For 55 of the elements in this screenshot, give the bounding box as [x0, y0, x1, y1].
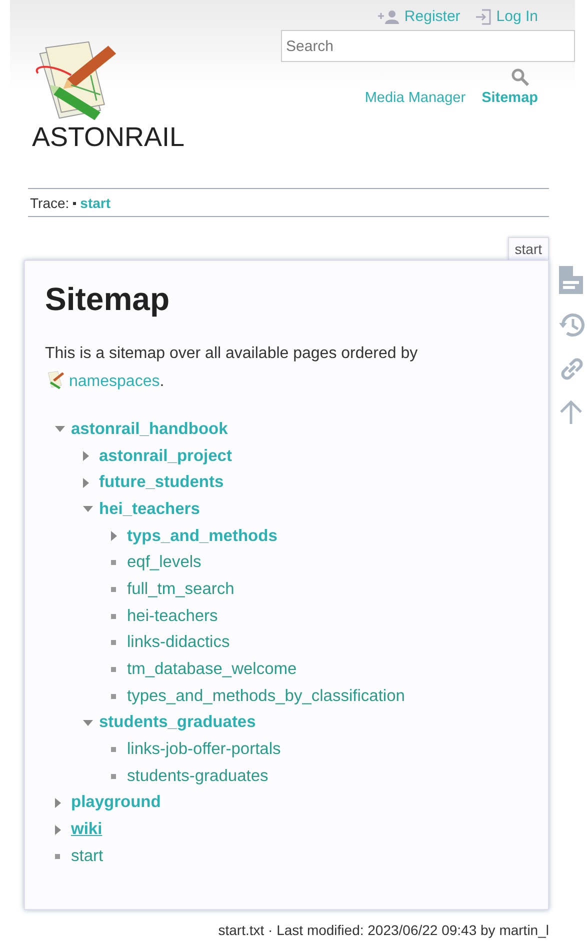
- page-link[interactable]: links-job-offer-portals: [127, 740, 281, 760]
- namespace-link[interactable]: playground: [71, 793, 161, 812]
- page-link[interactable]: full_tm_search: [127, 580, 234, 599]
- intro-text: This is a sitemap over all available pages ordered by namespaces.: [45, 344, 419, 392]
- collapsed-triangle-icon[interactable]: [55, 798, 61, 808]
- page-heading: Sitemap: [45, 281, 170, 318]
- expanded-triangle-icon[interactable]: [55, 426, 65, 432]
- namespace-icon: [45, 370, 65, 390]
- up-arrow-icon[interactable]: [559, 400, 583, 424]
- bullet-icon: [111, 560, 116, 566]
- breadcrumb-link[interactable]: start: [80, 195, 111, 211]
- bullet-icon: [111, 747, 116, 752]
- collapsed-triangle-icon[interactable]: [83, 451, 89, 462]
- namespace-link[interactable]: astonrail_project: [99, 446, 232, 466]
- expanded-triangle-icon[interactable]: [83, 720, 93, 726]
- namespaces-link[interactable]: namespaces: [69, 373, 160, 390]
- collapsed-triangle-icon[interactable]: [111, 531, 117, 542]
- search-field[interactable]: Search: [281, 30, 575, 62]
- bullet-icon: [111, 614, 116, 619]
- namespace-link[interactable]: typs_and_methods: [127, 526, 278, 546]
- site-tool-link[interactable]: Sitemap: [482, 90, 538, 106]
- login-icon: [476, 8, 492, 24]
- bullet-icon: [111, 667, 116, 672]
- add-user-icon: [378, 10, 400, 24]
- doc-info: start.txt · Last modified: 2023/06/22 09:43 by martin_l: [217, 922, 549, 938]
- page-link[interactable]: eqf_levels: [127, 553, 202, 572]
- page-link[interactable]: start: [71, 846, 104, 866]
- trace-label: Trace:: [30, 195, 70, 211]
- namespace-link[interactable]: future_students: [99, 473, 224, 492]
- page-link[interactable]: types_and_methods_by_classification: [127, 686, 405, 706]
- history-icon[interactable]: [559, 312, 585, 338]
- site-tool-link[interactable]: Media Manager: [364, 90, 466, 106]
- page-link[interactable]: hei-teachers: [127, 606, 218, 626]
- register-link[interactable]: Register: [404, 8, 460, 25]
- collapsed-triangle-icon[interactable]: [83, 478, 89, 488]
- page-link[interactable]: students-graduates: [127, 766, 268, 786]
- site-title[interactable]: ASTONRAIL: [32, 122, 185, 153]
- bullet-icon: [111, 694, 116, 699]
- bullet-icon: [111, 586, 116, 592]
- expanded-triangle-icon[interactable]: [83, 506, 93, 512]
- namespace-link[interactable]: hei_teachers: [99, 500, 200, 519]
- namespace-link[interactable]: astonrail_handbook: [71, 420, 228, 439]
- bullet-icon: [111, 640, 116, 646]
- link-icon[interactable]: [559, 356, 585, 382]
- bullet-icon: [73, 202, 76, 204]
- namespace-link[interactable]: students_graduates: [99, 713, 256, 732]
- login-link[interactable]: Log In: [496, 8, 538, 25]
- collapsed-triangle-icon[interactable]: [55, 824, 61, 835]
- bullet-icon: [55, 854, 60, 859]
- namespace-link[interactable]: wiki: [71, 820, 102, 840]
- page-link[interactable]: links-didactics: [127, 633, 230, 652]
- page-icon[interactable]: [559, 266, 583, 294]
- bullet-icon: [111, 774, 116, 779]
- search-icon[interactable]: [511, 68, 529, 86]
- page-link[interactable]: tm_database_welcome: [127, 660, 297, 680]
